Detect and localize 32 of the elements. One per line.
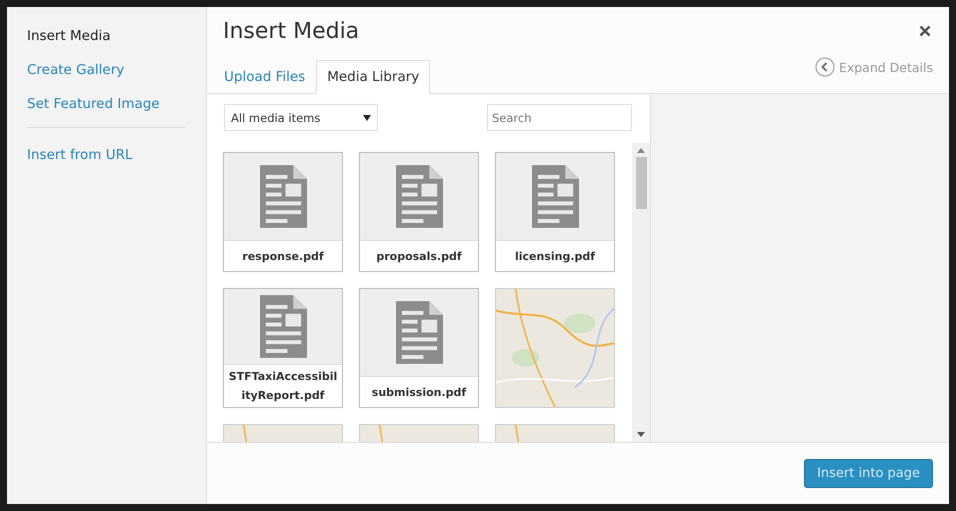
tab[interactable]: Media Library bbox=[316, 60, 430, 94]
scrollbar[interactable] bbox=[632, 143, 650, 442]
document-attachment[interactable]: response.pdf bbox=[223, 152, 343, 272]
document-attachment[interactable]: licensing.pdf bbox=[495, 152, 615, 272]
search-field[interactable]: Search bbox=[487, 104, 632, 131]
document-attachment[interactable]: submission.pdf bbox=[359, 288, 479, 408]
chevron-left-icon[interactable] bbox=[814, 57, 835, 77]
tab[interactable]: Upload Files bbox=[223, 60, 316, 94]
close-icon[interactable] bbox=[919, 25, 931, 37]
media-filter-dropdown[interactable]: All media items bbox=[224, 104, 378, 131]
document-icon bbox=[260, 165, 306, 228]
sidebar-link[interactable]: Insert from URL bbox=[27, 142, 133, 168]
sidebar-link[interactable]: Set Featured Image bbox=[27, 91, 160, 117]
document-attachment[interactable]: STFTaxiAccessibilityReport.pdf bbox=[223, 288, 343, 408]
caret-icon bbox=[363, 114, 371, 120]
modal-title: Insert Media bbox=[223, 19, 360, 44]
document-icon bbox=[260, 295, 306, 358]
scroll-down-icon[interactable] bbox=[637, 432, 645, 437]
document-icon bbox=[396, 165, 442, 228]
document-attachment[interactable]: proposals.pdf bbox=[359, 152, 479, 272]
sidebar-link[interactable]: Create Gallery bbox=[27, 57, 124, 83]
scrollbar-thumb[interactable] bbox=[636, 157, 646, 209]
file-name: submission.pdf bbox=[360, 376, 478, 407]
file-name: STFTaxiAccessibilityReport.pdf bbox=[224, 364, 342, 407]
file-name: response.pdf bbox=[224, 240, 342, 271]
map-thumbnail[interactable] bbox=[495, 288, 615, 408]
document-icon bbox=[532, 165, 578, 228]
sidebar-link[interactable]: Insert Media bbox=[27, 23, 111, 49]
file-name: proposals.pdf bbox=[360, 240, 478, 271]
file-name: licensing.pdf bbox=[496, 240, 614, 271]
scroll-up-icon[interactable] bbox=[637, 148, 645, 153]
document-icon bbox=[396, 301, 442, 364]
